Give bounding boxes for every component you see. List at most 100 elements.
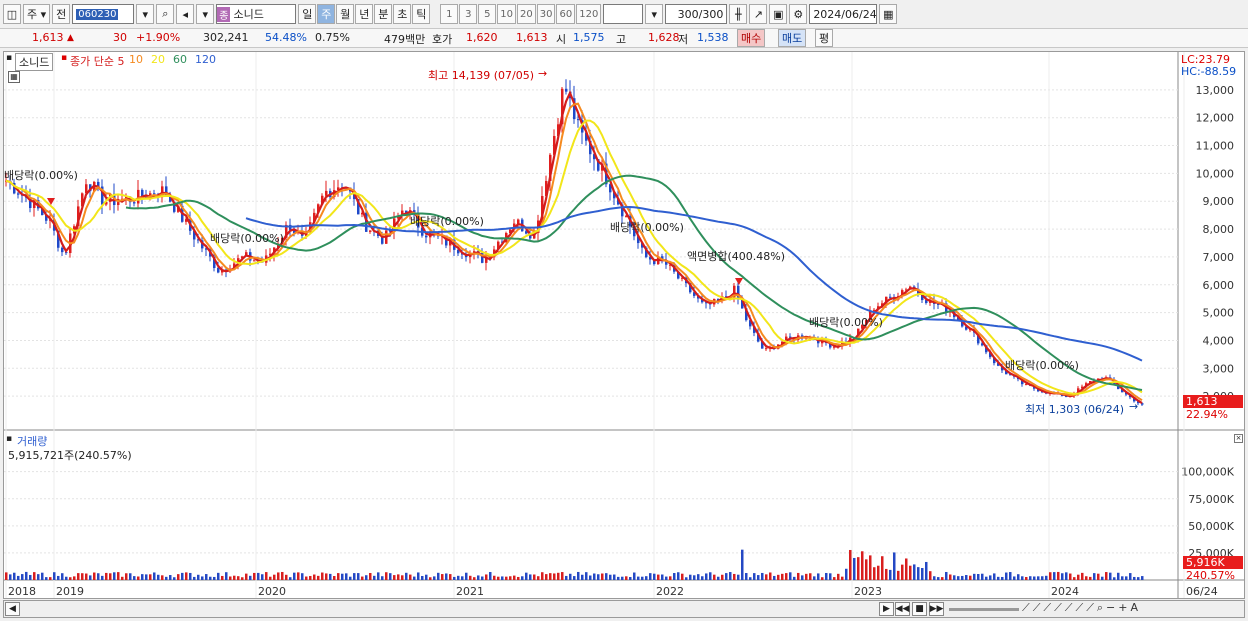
interval-custom-input[interactable] [603, 4, 644, 24]
candle-type-icon[interactable]: ╫ [729, 4, 748, 24]
volume-bar [1085, 576, 1088, 580]
period-tab[interactable]: 주 [317, 4, 336, 24]
calendar-icon[interactable]: ▦ [879, 4, 898, 24]
volume-bar [1093, 573, 1096, 580]
table-icon[interactable]: ▦ [8, 71, 20, 83]
volume-bar [393, 575, 396, 580]
ma-legend-item: 20 [151, 53, 165, 66]
volume-bar [721, 574, 724, 580]
volume-bar [849, 549, 852, 580]
interval-tab[interactable]: 20 [517, 4, 536, 24]
volume-summary: 5,915,721주(240.57%) [8, 449, 132, 462]
volume-bar [541, 572, 544, 580]
interval-tab[interactable]: 1 [440, 4, 459, 24]
stock-name-field[interactable]: 종 소니드 [216, 4, 297, 24]
event-label: 액면병합(400.48%) [687, 250, 786, 263]
volume-bar [1141, 576, 1144, 580]
chart-menu-icon[interactable]: ◫ [3, 4, 21, 24]
volume-bar [253, 572, 256, 580]
interval-tab[interactable]: 3 [459, 4, 478, 24]
stop-icon[interactable]: ■ [912, 602, 927, 616]
interval-tab[interactable]: 10 [497, 4, 517, 24]
interval-tab[interactable]: 120 [576, 4, 602, 24]
volume-bar [793, 576, 796, 580]
drawing-tools-icon[interactable]: ⟋⟋⟋⟋⟋⟋⟋⌕−+A [1022, 601, 1141, 615]
sell-button[interactable]: 매도 [778, 29, 807, 47]
volume-bar [141, 574, 144, 580]
stock-tag[interactable]: 소니드 [15, 53, 54, 71]
volume-bar [37, 574, 40, 580]
volume-bar [469, 575, 472, 580]
stock-code-input[interactable]: 060230 [72, 4, 135, 24]
volume-bar [301, 573, 304, 580]
volume-bar [673, 573, 676, 580]
volume-bar [1133, 576, 1136, 580]
volume-bar [1053, 572, 1056, 580]
evaluate-button[interactable]: 평 [815, 29, 834, 47]
volume-bar [85, 573, 88, 580]
period-select[interactable]: 주 ▾ [23, 4, 51, 24]
interval-tab[interactable]: 5 [478, 4, 497, 24]
volume-bar [717, 576, 720, 580]
period-tab[interactable]: 초 [393, 4, 412, 24]
volume-bar [569, 573, 572, 580]
interval-dropdown-icon[interactable]: ▾ [645, 4, 664, 24]
volume-bar [113, 572, 116, 580]
period-tab[interactable]: 일 [298, 4, 317, 24]
scroll-bar[interactable]: ◀ ▶ ◀◀ ■ ▶▶ ⟋⟋⟋⟋⟋⟋⟋⌕−+A [3, 600, 1245, 618]
volume-bar [217, 572, 220, 580]
volume-bar [337, 573, 340, 580]
chart-pane[interactable]: 13,000 12,000 11,000 10,000 9,000 8,000 7,000 6… [3, 51, 1245, 599]
code-dropdown-icon[interactable]: ▾ [136, 4, 155, 24]
price-tick-label: 8,000 [1203, 223, 1235, 236]
buy-button[interactable]: 매수 [737, 29, 766, 47]
volume-bar [25, 571, 28, 580]
period-tab[interactable]: 분 [374, 4, 393, 24]
low-arrow-icon: → [1129, 400, 1139, 413]
volume-bar [537, 576, 540, 580]
scroll-left-icon[interactable]: ◀ [5, 602, 20, 616]
high-label: 고 [616, 33, 627, 46]
volume-bar [589, 575, 592, 580]
volume-bar [169, 575, 172, 580]
rewind-icon[interactable]: ◀◀ [895, 602, 910, 616]
interval-tab[interactable]: 60 [556, 4, 576, 24]
indicator-icon[interactable]: ↗ [749, 4, 768, 24]
count-input[interactable]: 300/300 [665, 4, 728, 24]
volume-bar [517, 576, 520, 580]
interval-tab[interactable]: 30 [536, 4, 556, 24]
volume-bar [505, 576, 508, 580]
volume-bar [597, 574, 600, 580]
volume-bar [309, 575, 312, 580]
fast-forward-icon[interactable]: ▶▶ [929, 602, 944, 616]
volume-bar [1033, 576, 1036, 580]
save-icon[interactable]: ▣ [769, 4, 788, 24]
volume-bar [461, 576, 464, 580]
stock-name-value: 소니드 [233, 8, 264, 21]
speaker-dropdown-icon[interactable]: ▾ [196, 4, 215, 24]
date-input[interactable]: 2024/06/24 [809, 4, 878, 24]
scroll-right-icon[interactable]: ▶ [879, 602, 894, 616]
volume-bar [885, 568, 888, 580]
period-tab[interactable]: 년 [355, 4, 374, 24]
volume-bar [1125, 576, 1128, 580]
speaker-icon[interactable]: ◂ [176, 4, 195, 24]
volume-bar [413, 576, 416, 580]
volume-bar [481, 576, 484, 580]
zoom-slider[interactable] [949, 608, 1019, 611]
event-label: 배당락(0.00%) [4, 169, 78, 182]
close-icon[interactable]: × [1234, 434, 1243, 443]
volume-bar [937, 577, 940, 580]
volume-tick-label: 100,000K [1181, 466, 1234, 479]
volume-bar [349, 576, 352, 580]
volume-bar [161, 575, 164, 580]
volume-bar [865, 559, 868, 580]
chart-canvas[interactable]: 13,000 12,000 11,000 10,000 9,000 8,000 7,000 6… [4, 52, 1244, 598]
gear-icon[interactable]: ⚙ [789, 4, 808, 24]
volume-bar [489, 572, 492, 580]
market-select[interactable]: 전 [52, 4, 71, 24]
search-icon[interactable]: ⌕ [156, 4, 175, 24]
period-tab[interactable]: 틱 [412, 4, 431, 24]
period-tab[interactable]: 월 [336, 4, 355, 24]
candle-body [137, 189, 140, 204]
